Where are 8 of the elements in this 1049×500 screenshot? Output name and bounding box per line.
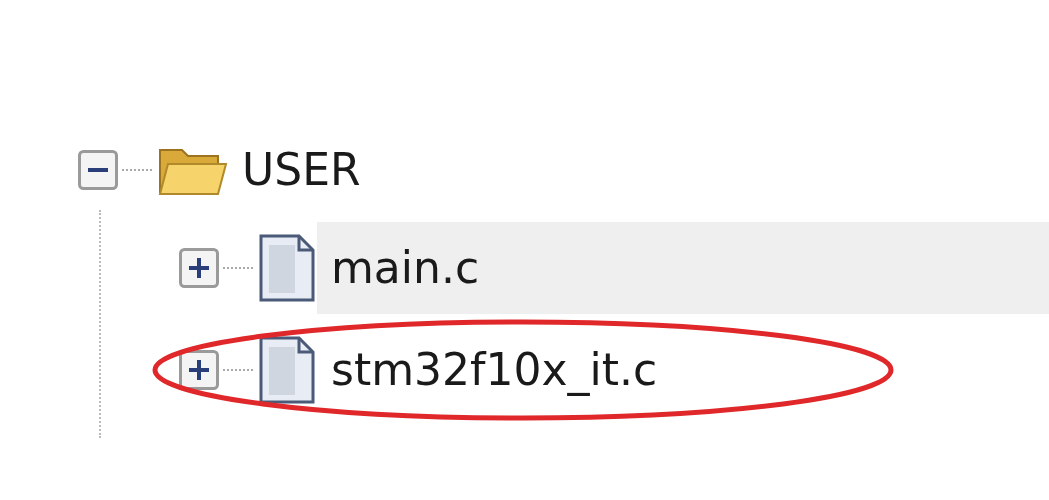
file-label[interactable]: main.c (317, 222, 1049, 314)
file-icon (257, 233, 317, 303)
folder-label[interactable]: USER (228, 148, 375, 192)
collapse-toggle[interactable] (78, 150, 118, 190)
file-icon (257, 335, 317, 405)
file-label[interactable]: stm32f10x_it.c (317, 324, 1049, 416)
expand-toggle[interactable] (179, 350, 219, 390)
expand-toggle[interactable] (179, 248, 219, 288)
